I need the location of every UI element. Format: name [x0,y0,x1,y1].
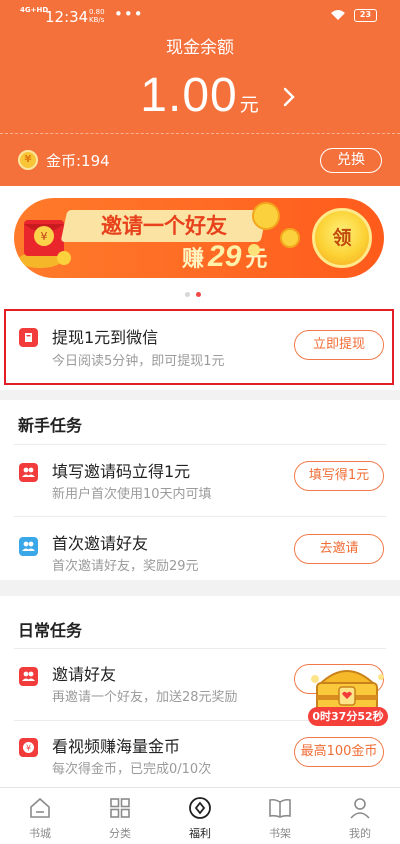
status-bar: 4G+HD 12:34 0.80 KB/s ••• 23 [0,0,400,34]
nav-item-category[interactable]: 分类 [80,788,160,844]
banner-area: ¥ 邀请一个好友 赚 29 元 领 [0,186,400,304]
carousel-dot-active[interactable] [196,292,201,297]
go-invite-button[interactable]: 去邀请 [294,534,384,564]
coin-balance-label: 金币:194 [46,151,110,170]
withdraw-title: 提现1元到微信 [52,328,159,347]
book-icon [269,798,291,818]
divider [14,444,386,445]
status-time: 12:34 [45,8,89,26]
wifi-icon [331,10,345,20]
nav-item-bookshelf[interactable]: 书架 [240,788,320,844]
people-icon [19,537,38,556]
profile-icon [350,798,370,819]
network-speed-unit: KB/s [89,16,105,24]
banner-reward-prefix: 赚 [182,247,205,272]
nav-label: 书架 [269,827,291,840]
home-icon [30,797,50,818]
watch-video-button[interactable]: 最高100金币 [294,737,384,767]
nav-item-bookstore[interactable]: 书城 [0,788,80,844]
task-title: 邀请好友 [52,665,117,684]
task-subtitle: 首次邀请好友，奖励29元 [52,559,199,574]
balance-header: 4G+HD 12:34 0.80 KB/s ••• 23 现金余额 1.00 元 … [0,0,400,186]
coin-balance: ¥ 金币:194 [18,148,110,172]
task-title: 填写邀请码立得1元 [52,462,191,481]
invite-code-button[interactable]: 填写得1元 [294,461,384,491]
network-speed-value: 0.80 [89,8,105,16]
svg-text:¥: ¥ [26,744,31,753]
network-indicator: 4G+HD [20,6,49,14]
section-title: 日常任务 [18,621,83,640]
welfare-icon [189,797,211,819]
withdraw-subtitle: 今日阅读5分钟，即可提现1元 [52,354,225,369]
balance-amount[interactable]: 1.00 元 [0,68,400,123]
yen-coin-icon: ¥ [19,738,38,757]
people-icon [19,667,38,686]
divider [14,516,386,517]
divider [14,648,386,649]
claim-button[interactable]: 领 [312,208,372,268]
bottom-nav: 书城 分类 福利 书架 我的 [0,787,400,844]
more-notifications-icon: ••• [114,5,144,23]
carousel-indicator [185,292,201,297]
task-subtitle: 每次得金币，已完成0/10次 [52,762,212,777]
withdraw-card: 提现1元到微信 今日阅读5分钟，即可提现1元 立即提现 [0,304,400,390]
people-icon [19,463,38,482]
chevron-right-icon[interactable] [280,86,298,108]
network-speed: 0.80 KB/s [89,8,105,24]
balance-unit: 元 [239,95,260,116]
banner-headline: 邀请一个好友 [101,214,227,238]
nav-label: 书城 [29,827,51,840]
task-title: 首次邀请好友 [52,534,149,553]
battery-icon: 23 [354,9,377,22]
coin-icon: ¥ [18,150,38,170]
wallet-icon [19,328,38,347]
nav-item-welfare[interactable]: 福利 [160,788,240,844]
svg-text:¥: ¥ [41,230,48,243]
newbie-tasks-section: 新手任务 填写邀请码立得1元 新用户首次使用10天内可填 填写得1元 首次邀请好… [0,400,400,580]
nav-label: 分类 [109,827,131,840]
header-divider [0,133,400,134]
section-title: 新手任务 [18,416,83,435]
balance-title: 现金余额 [166,38,234,58]
gold-coins-icon [248,202,300,256]
exchange-button[interactable]: 兑换 [320,148,382,173]
grid-icon [110,798,130,818]
nav-item-mine[interactable]: 我的 [320,788,400,844]
treasure-timer: 0时37分52秒 [308,707,388,726]
carousel-dot[interactable] [185,292,190,297]
withdraw-button[interactable]: 立即提现 [294,330,384,360]
nav-label: 我的 [349,827,371,840]
task-subtitle: 新用户首次使用10天内可填 [52,487,212,502]
task-title: 看视频赚海量金币 [52,737,181,756]
invite-banner[interactable]: ¥ 邀请一个好友 赚 29 元 领 [14,198,384,278]
balance-value: 1.00 [140,69,238,122]
task-subtitle: 再邀请一个好友，加送28元奖励 [52,690,238,705]
nav-label: 福利 [189,827,211,840]
